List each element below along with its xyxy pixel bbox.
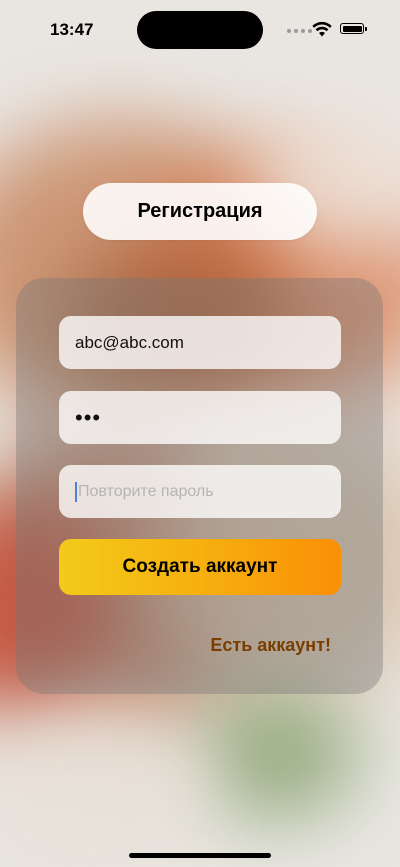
password-field[interactable]: ••• [59, 391, 341, 444]
wifi-icon [312, 21, 332, 37]
home-indicator [129, 853, 271, 858]
status-time: 13:47 [50, 20, 94, 39]
email-value: abc@abc.com [75, 332, 184, 352]
text-caret [75, 481, 77, 502]
email-field[interactable]: abc@abc.com [59, 316, 341, 369]
status-bar: 13:47 [0, 0, 400, 60]
have-account-link[interactable]: Есть аккаунт! [210, 635, 331, 656]
page-title: Регистрация [83, 183, 317, 240]
registration-card: abc@abc.com ••• Повторите пароль Создать… [16, 278, 383, 694]
battery-icon [340, 23, 367, 34]
password-value: ••• [75, 404, 102, 430]
create-account-button[interactable]: Создать аккаунт [59, 539, 341, 595]
repeat-password-field[interactable]: Повторите пароль [59, 465, 341, 518]
repeat-password-placeholder: Повторите пароль [78, 482, 214, 500]
dynamic-island [137, 11, 263, 49]
signal-icon [287, 29, 312, 33]
